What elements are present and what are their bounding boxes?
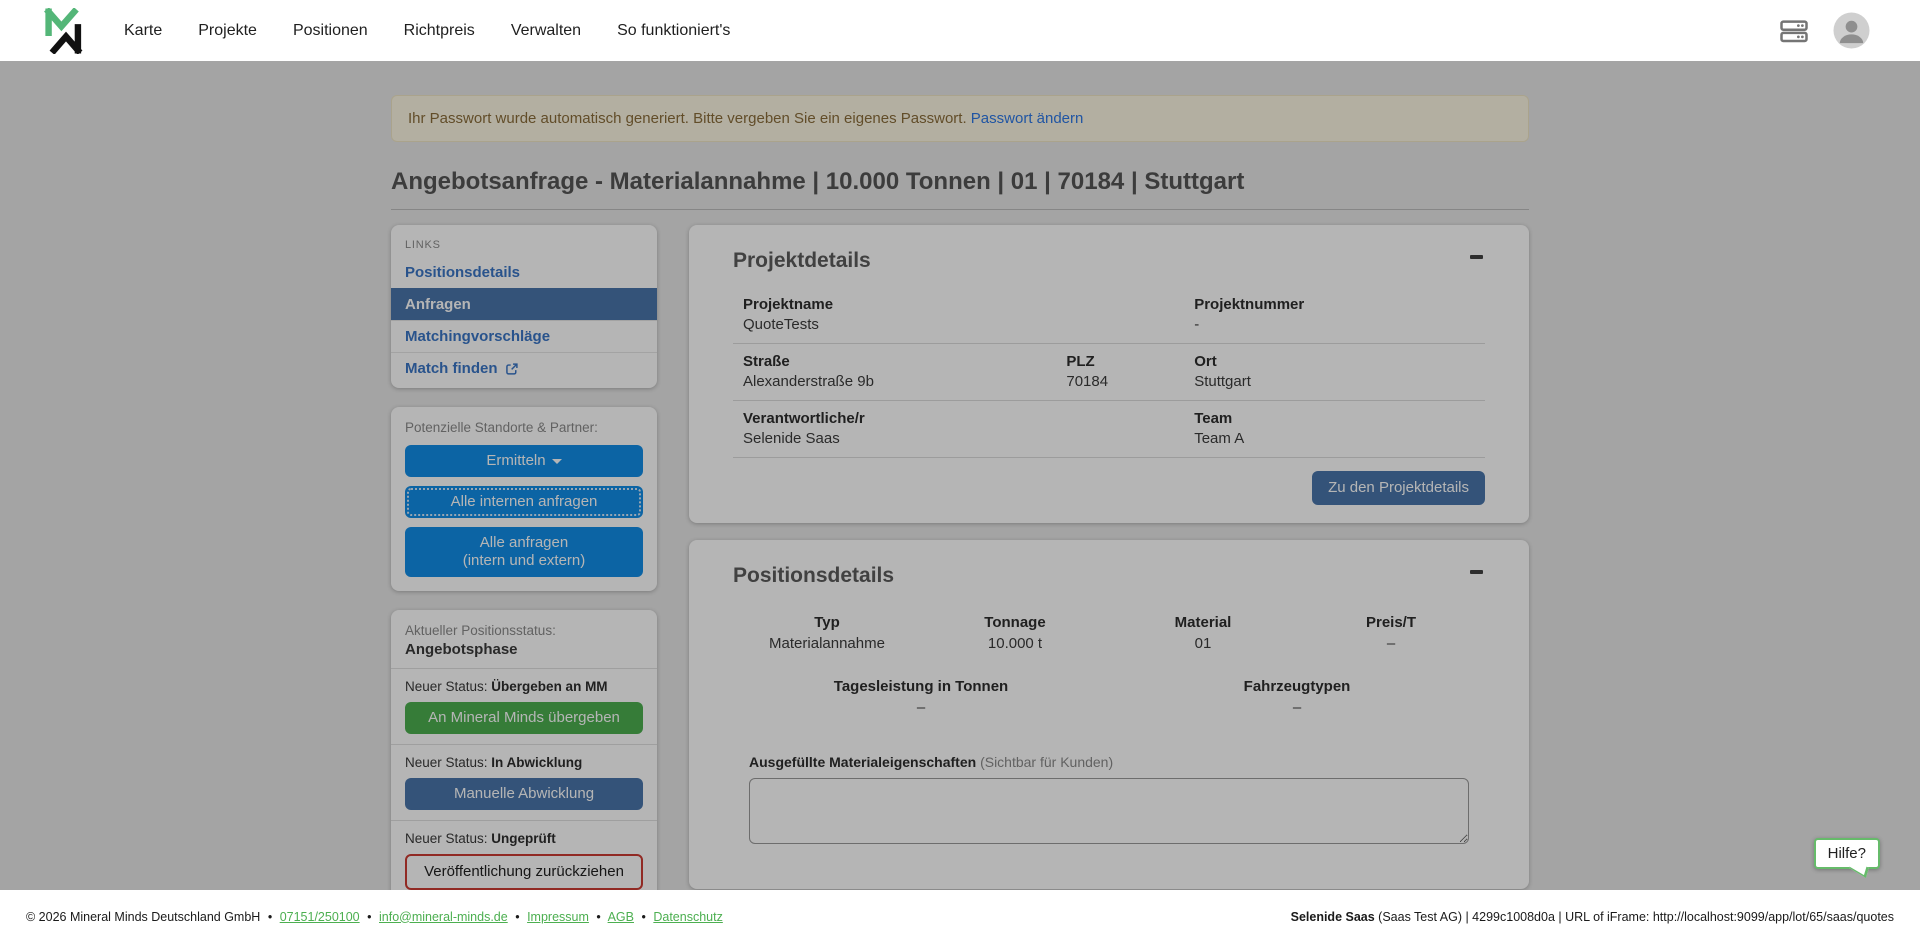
session-details: (Saas Test AG) | 4299c1008d0a | URL of i… [1375,910,1894,924]
phone-link[interactable]: 07151/250100 [280,910,360,924]
main-navigation: Karte Projekte Positionen Richtpreis Ver… [124,22,730,40]
nav-item-verwalten[interactable]: Verwalten [511,22,581,40]
nav-item-so-funktionierts[interactable]: So funktioniert's [617,22,730,40]
help-tooltip[interactable]: Hilfe? [1814,838,1880,869]
mineral-minds-logo-icon[interactable] [44,8,88,54]
footer-session-info: Selenide Saas (Saas Test AG) | 4299c1008… [1291,910,1894,924]
footer: © 2026 Mineral Minds Deutschland GmbH • … [0,890,1920,943]
nav-item-richtpreis[interactable]: Richtpreis [404,22,475,40]
agb-link[interactable]: AGB [608,910,634,924]
separator: • [515,910,519,924]
navbar-right-icons [1779,12,1870,49]
nav-item-karte[interactable]: Karte [124,22,162,40]
footer-left: © 2026 Mineral Minds Deutschland GmbH • … [26,910,723,924]
email-link[interactable]: info@mineral-minds.de [379,910,508,924]
separator: • [596,910,600,924]
copyright-text: © 2026 Mineral Minds Deutschland GmbH [26,910,260,924]
nav-item-positionen[interactable]: Positionen [293,22,368,40]
session-user: Selenide Saas [1291,910,1375,924]
impressum-link[interactable]: Impressum [527,910,589,924]
user-avatar-icon[interactable] [1833,12,1870,49]
separator: • [641,910,645,924]
datenschutz-link[interactable]: Datenschutz [653,910,722,924]
nav-item-projekte[interactable]: Projekte [198,22,257,40]
top-navbar: Karte Projekte Positionen Richtpreis Ver… [0,0,1920,61]
separator: • [268,910,272,924]
dim-overlay-backdrop [0,61,1920,890]
separator: • [367,910,371,924]
server-icon[interactable] [1779,16,1809,46]
content-iframe-area: Ihr Passwort wurde automatisch generiert… [0,61,1920,890]
